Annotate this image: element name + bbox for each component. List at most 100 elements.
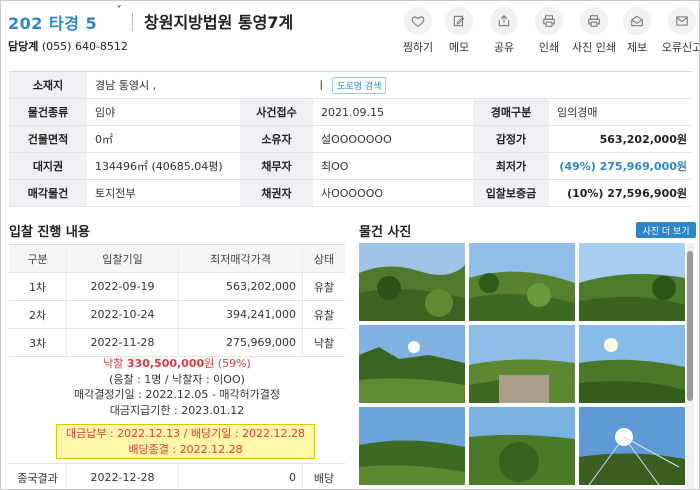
info-row: 매각물건 토지전부 채권자 사OOOOOO 입찰보증금 (10%) 27,596…: [9, 180, 693, 207]
property-photo[interactable]: [579, 325, 685, 403]
final-label: 종국결과: [9, 464, 67, 489]
favorite-button[interactable]: 찜하기: [396, 7, 440, 55]
info-label: 대지권: [9, 153, 87, 179]
table-row: 1차 2022-09-19 563,202,000 유찰: [9, 273, 345, 301]
final-result-row: 종국결과 2022-12-28 0 배당: [9, 463, 345, 489]
final-date: 2022-12-28: [67, 464, 179, 489]
memo-icon: [445, 7, 473, 35]
bid-round: 2차: [9, 301, 67, 328]
memo-button[interactable]: 메모: [437, 7, 481, 55]
bid-table-header: 구분 입찰기일 최저매각가격 상태: [9, 245, 345, 273]
minimum-price-value: (49%) 275,969,000원: [559, 160, 687, 173]
bid-status: 낙찰: [313, 336, 335, 350]
payment-deadline: 대금지급기한 : 2023.01.12: [109, 403, 245, 417]
memo-label: 메모: [448, 41, 470, 54]
info-value: 0㎡: [95, 133, 113, 146]
info-value: 최OO: [321, 160, 349, 173]
property-photo[interactable]: [469, 243, 575, 321]
address-redaction: [156, 78, 317, 92]
bid-status: 유찰: [313, 308, 335, 322]
share-label: 공유: [493, 41, 515, 54]
sold-price: 330,500,000: [126, 357, 205, 370]
final-price: 0: [179, 464, 303, 489]
info-value: 사OOOOOO: [321, 187, 384, 200]
info-label: 입찰보증금: [473, 180, 549, 206]
info-label: 건물면적: [9, 126, 87, 152]
address-value: 경남 통영시 ,: [95, 79, 157, 92]
payment-dividend-dates: 대금납부 : 2022.12.13 / 배당기일 : 2022.12.28: [65, 427, 306, 440]
info-value: 설OOOOOOO: [321, 133, 392, 146]
photo-grid: [359, 243, 689, 489]
share-button[interactable]: 공유: [482, 7, 526, 55]
bid-price: 563,202,000: [179, 273, 303, 300]
photo-section-title: 물건 사진: [359, 225, 412, 240]
bid-header-date: 입찰기일: [67, 245, 179, 272]
info-row: 물건종류 임야 사건접수 2021.09.15 경매구분 임의경매: [9, 99, 693, 126]
photo-scrollbar[interactable]: [686, 243, 694, 489]
report-button[interactable]: 제보: [615, 7, 659, 55]
bid-round: 3차: [9, 329, 67, 356]
bidders-info: (응찰 : 1명 / 낙찰자 : 이OO): [109, 372, 245, 386]
property-photo[interactable]: [579, 243, 685, 321]
bid-date: 2022-10-24: [67, 301, 179, 328]
bid-header-status: 상태: [303, 245, 345, 272]
bid-price: 394,241,000: [179, 301, 303, 328]
info-label: 물건종류: [9, 99, 87, 125]
info-value: 2021.09.15: [321, 105, 384, 119]
property-photo[interactable]: [359, 407, 465, 485]
sold-line: 낙찰 330,500,000원 (59%): [103, 357, 251, 370]
auction-detail-window: 202 타경 5ˇ 창원지방법원 통영7계 담당계 (055) 640-8512…: [0, 0, 700, 490]
info-row: 대지권 134496㎡ (40685.04평) 채무자 최OO 최저가 (49%…: [9, 153, 693, 180]
info-value: 임의경매: [557, 106, 598, 119]
contact-phone: (055) 640-8512: [41, 40, 128, 53]
info-label: 소유자: [240, 126, 313, 152]
sale-result: 낙찰 330,500,000원 (59%) (응찰 : 1명 / 낙찰자 : 이…: [9, 356, 345, 418]
decision-date: 매각결정기일 : 2022.12.05 - 매각허가결정: [73, 388, 281, 401]
info-label: 사건접수: [240, 99, 313, 125]
info-value: 134496㎡ (40685.04평): [95, 160, 223, 173]
property-photo[interactable]: [359, 325, 465, 403]
header-divider: [132, 13, 133, 31]
table-row: 3차 2022-11-28 275,969,000 낙찰: [9, 329, 345, 357]
print-icon: [535, 7, 563, 35]
sold-percent: 59%: [222, 357, 247, 370]
header: 202 타경 5ˇ 창원지방법원 통영7계 담당계 (055) 640-8512…: [1, 1, 699, 63]
address-tail: ㅣ: [316, 79, 327, 92]
photo-print-icon: [580, 7, 608, 35]
property-photo[interactable]: [469, 325, 575, 403]
court-title: 창원지방법원 통영7계: [144, 13, 294, 32]
address-label: 소재지: [9, 72, 87, 98]
bid-date: 2022-09-19: [67, 273, 179, 300]
report-icon: [623, 7, 651, 35]
table-row: 2차 2022-10-24 394,241,000 유찰: [9, 301, 345, 329]
info-label: 경매구분: [473, 99, 549, 125]
final-status: 배당: [313, 471, 335, 485]
property-photo[interactable]: [579, 407, 685, 485]
property-photo[interactable]: [359, 243, 465, 321]
bid-table: 구분 입찰기일 최저매각가격 상태 1차 2022-09-19 563,202,…: [9, 244, 345, 357]
scrollbar-thumb[interactable]: [687, 251, 693, 401]
address-cell: 경남 통영시 , ㅣ 도로명 검색: [87, 72, 693, 98]
bid-round: 1차: [9, 273, 67, 300]
info-label: 채권자: [240, 180, 313, 206]
contact-label: 담당계: [8, 40, 39, 53]
more-photos-button[interactable]: 사진 더 보기: [636, 222, 696, 238]
deposit-value: (10%) 27,596,900원: [567, 187, 687, 200]
bid-header-price: 최저매각가격: [179, 245, 303, 272]
bid-price: 275,969,000: [179, 329, 303, 356]
property-photo[interactable]: [469, 407, 575, 485]
photo-print-button[interactable]: 사진 인쇄: [572, 7, 616, 55]
heart-icon: [404, 7, 432, 35]
bid-section-title: 입찰 진행 내용: [9, 225, 90, 240]
property-info-table: 소재지 경남 통영시 , ㅣ 도로명 검색 물건종류 임야 사건접수 2021.…: [9, 71, 693, 207]
info-value: 임야: [95, 106, 116, 119]
error-report-button[interactable]: 오류신고: [660, 7, 699, 55]
road-address-search-button[interactable]: 도로명 검색: [332, 76, 387, 94]
info-label: 감정가: [473, 126, 549, 152]
share-icon: [490, 7, 518, 35]
error-report-icon: [668, 7, 696, 35]
info-value: 토지전부: [95, 187, 136, 200]
photo-print-label: 사진 인쇄: [572, 41, 616, 54]
print-button[interactable]: 인쇄: [527, 7, 571, 55]
payment-highlight: 대금납부 : 2022.12.13 / 배당기일 : 2022.12.28 배당…: [56, 424, 315, 459]
